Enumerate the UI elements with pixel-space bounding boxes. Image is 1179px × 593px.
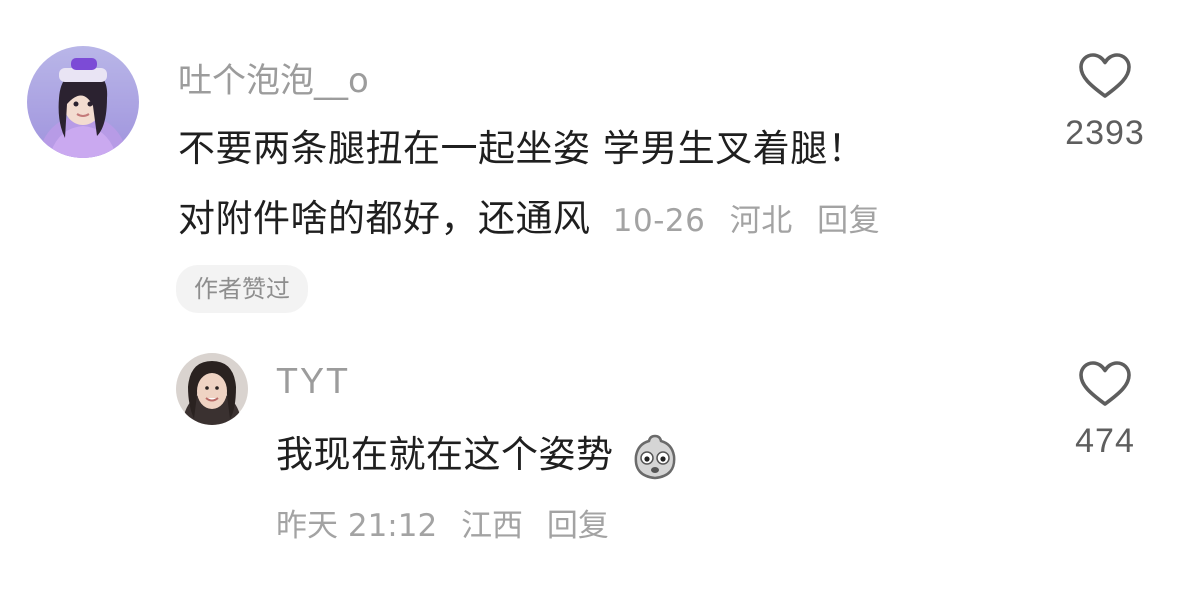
username[interactable]: TYT bbox=[276, 360, 350, 402]
comment-location: 江西 bbox=[461, 508, 524, 544]
avatar-girl-purple-hoodie-icon bbox=[27, 46, 139, 158]
comment-date: 10-26 bbox=[612, 203, 706, 239]
user-avatar[interactable] bbox=[27, 46, 139, 158]
author-liked-badge: 作者赞过 bbox=[176, 265, 308, 313]
comment-time: 昨天 21:12 bbox=[276, 508, 438, 544]
comment-meta: 昨天 21:12 江西 回复 bbox=[276, 500, 623, 545]
avatar-girl-smiling-icon bbox=[176, 353, 248, 425]
reply-button[interactable]: 回复 bbox=[817, 203, 880, 239]
comment-text-line: 我现在就在这个姿势 bbox=[276, 424, 680, 482]
comment-text: 我现在就在这个姿势 bbox=[276, 433, 614, 476]
like-button[interactable]: 2393 bbox=[1050, 52, 1160, 153]
nervous-face-emoji-icon bbox=[634, 434, 676, 479]
reply-button[interactable]: 回复 bbox=[547, 508, 609, 544]
heart-icon[interactable] bbox=[1078, 52, 1132, 100]
comment-text-line: 对附件啥的都好，还通风 10-26 河北 回复 bbox=[178, 188, 894, 242]
like-count: 474 bbox=[1075, 422, 1135, 460]
comment-text-line: 不要两条腿扭在一起坐姿 学男生叉着腿！ bbox=[178, 127, 866, 170]
like-count: 2393 bbox=[1065, 114, 1145, 152]
heart-icon[interactable] bbox=[1078, 360, 1132, 408]
comment-text: 对附件啥的都好，还通风 bbox=[178, 197, 591, 240]
username[interactable]: 吐个泡泡__o bbox=[178, 53, 369, 102]
like-button[interactable]: 474 bbox=[1050, 360, 1160, 461]
user-avatar[interactable] bbox=[176, 353, 248, 425]
comment-location: 河北 bbox=[729, 203, 793, 239]
